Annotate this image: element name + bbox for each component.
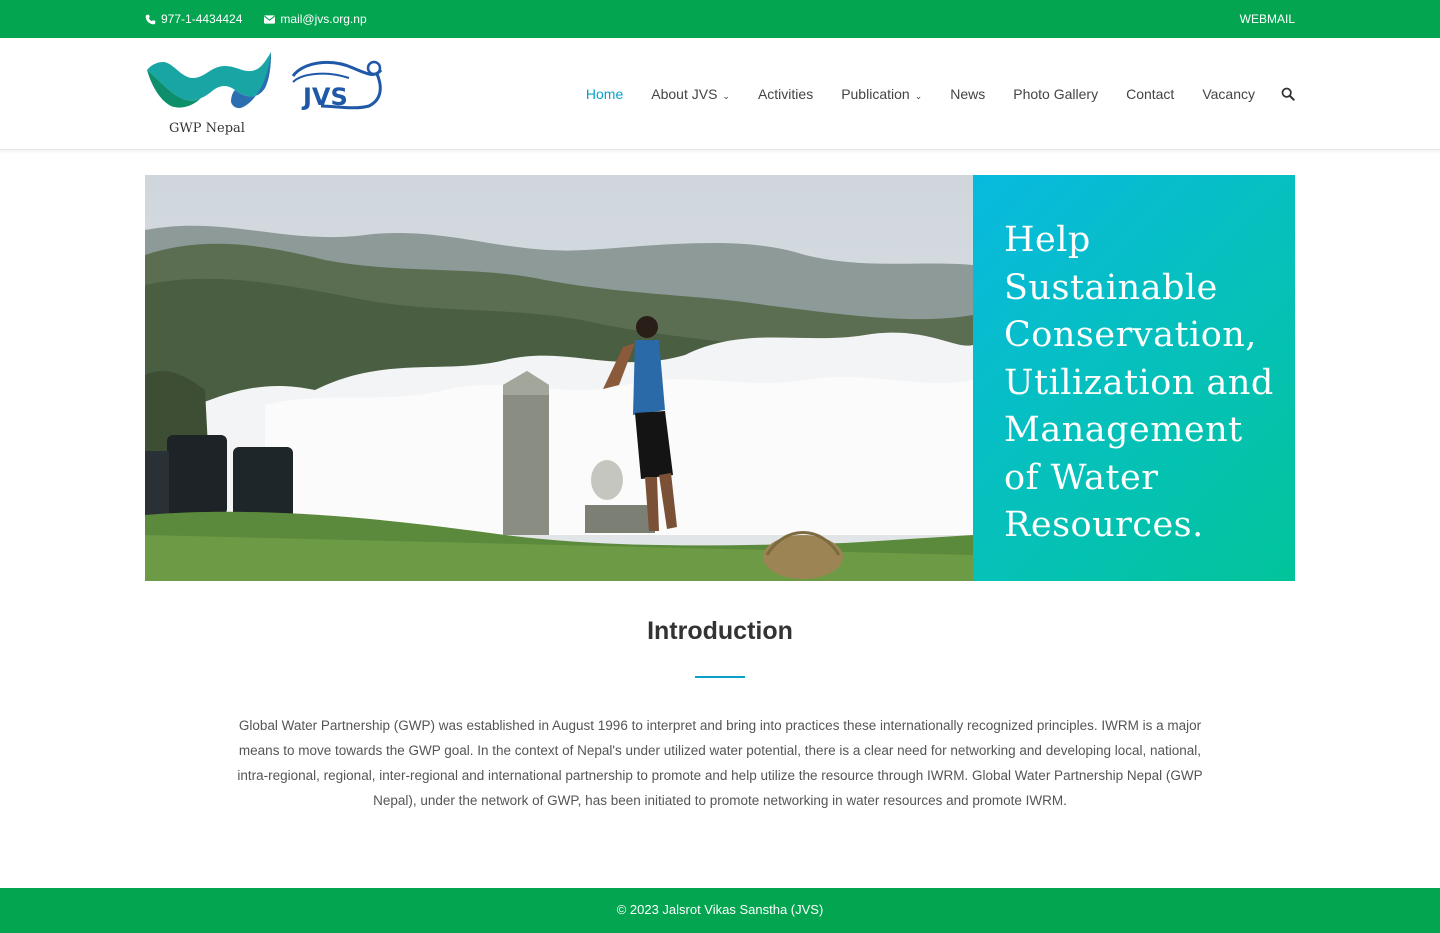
nav-about-jvs[interactable]: About JVS ⌄ <box>651 86 730 102</box>
phone-number: 977-1-4434424 <box>161 12 243 26</box>
hero-tagline-panel: Help Sustainable Conservation, Utilizati… <box>973 175 1295 581</box>
contact-info: 977-1-4434424 mail@jvs.org.np <box>145 0 389 38</box>
chevron-down-icon: ⌄ <box>722 90 730 101</box>
top-bar: 977-1-4434424 mail@jvs.org.np WEBMAIL <box>0 0 1440 38</box>
hero-tagline: Help Sustainable Conservation, Utilizati… <box>1004 220 1274 545</box>
site-logo[interactable]: JVS GWP Nepal <box>145 48 390 140</box>
hero-image <box>145 175 973 581</box>
site-header: JVS GWP Nepal Home About JVS ⌄ Activities… <box>0 38 1440 150</box>
main-nav: Home About JVS ⌄ Activities Publication ⌄ … <box>558 38 1295 150</box>
nav-contact-label: Contact <box>1126 86 1175 102</box>
nav-activities[interactable]: Activities <box>758 86 813 102</box>
nav-vacancy[interactable]: Vacancy <box>1202 86 1255 102</box>
nav-vacancy-label: Vacancy <box>1202 86 1255 102</box>
email-contact[interactable]: mail@jvs.org.np <box>264 12 367 26</box>
webmail-link[interactable]: WEBMAIL <box>1240 0 1295 38</box>
jvs-logo-text: JVS <box>301 83 348 111</box>
chevron-down-icon: ⌄ <box>914 90 923 101</box>
search-icon[interactable] <box>1281 87 1295 101</box>
nav-publication-label: Publication <box>841 86 910 102</box>
site-footer: © 2023 Jalsrot Vikas Sanstha (JVS) <box>0 888 1440 933</box>
email-address: mail@jvs.org.np <box>280 12 367 26</box>
nav-photo-gallery-label: Photo Gallery <box>1013 86 1099 102</box>
intro-title: Introduction <box>647 617 793 645</box>
nav-activities-label: Activities <box>757 86 814 102</box>
copyright-text: © 2023 Jalsrot Vikas Sanstha (JVS) <box>616 902 824 917</box>
envelope-icon <box>264 14 276 24</box>
nav-publication[interactable]: Publication ⌄ <box>841 86 922 102</box>
nav-contact[interactable]: Contact <box>1126 86 1174 102</box>
nav-news-label: News <box>950 86 986 102</box>
title-underline-divider <box>695 676 745 678</box>
nav-news[interactable]: News <box>950 86 985 102</box>
intro-paragraph: Global Water Partnership (GWP) was estab… <box>237 718 1203 808</box>
gwp-nepal-caption: GWP Nepal <box>169 121 245 136</box>
nav-home[interactable]: Home <box>586 86 623 102</box>
phone-icon <box>145 14 156 24</box>
nav-photo-gallery[interactable]: Photo Gallery <box>1013 86 1098 102</box>
phone-contact[interactable]: 977-1-4434424 <box>145 12 242 26</box>
nav-home-label: Home <box>585 86 624 102</box>
nav-about-label: About JVS <box>651 86 718 102</box>
hero-banner: Help Sustainable Conservation, Utilizati… <box>145 175 1295 581</box>
